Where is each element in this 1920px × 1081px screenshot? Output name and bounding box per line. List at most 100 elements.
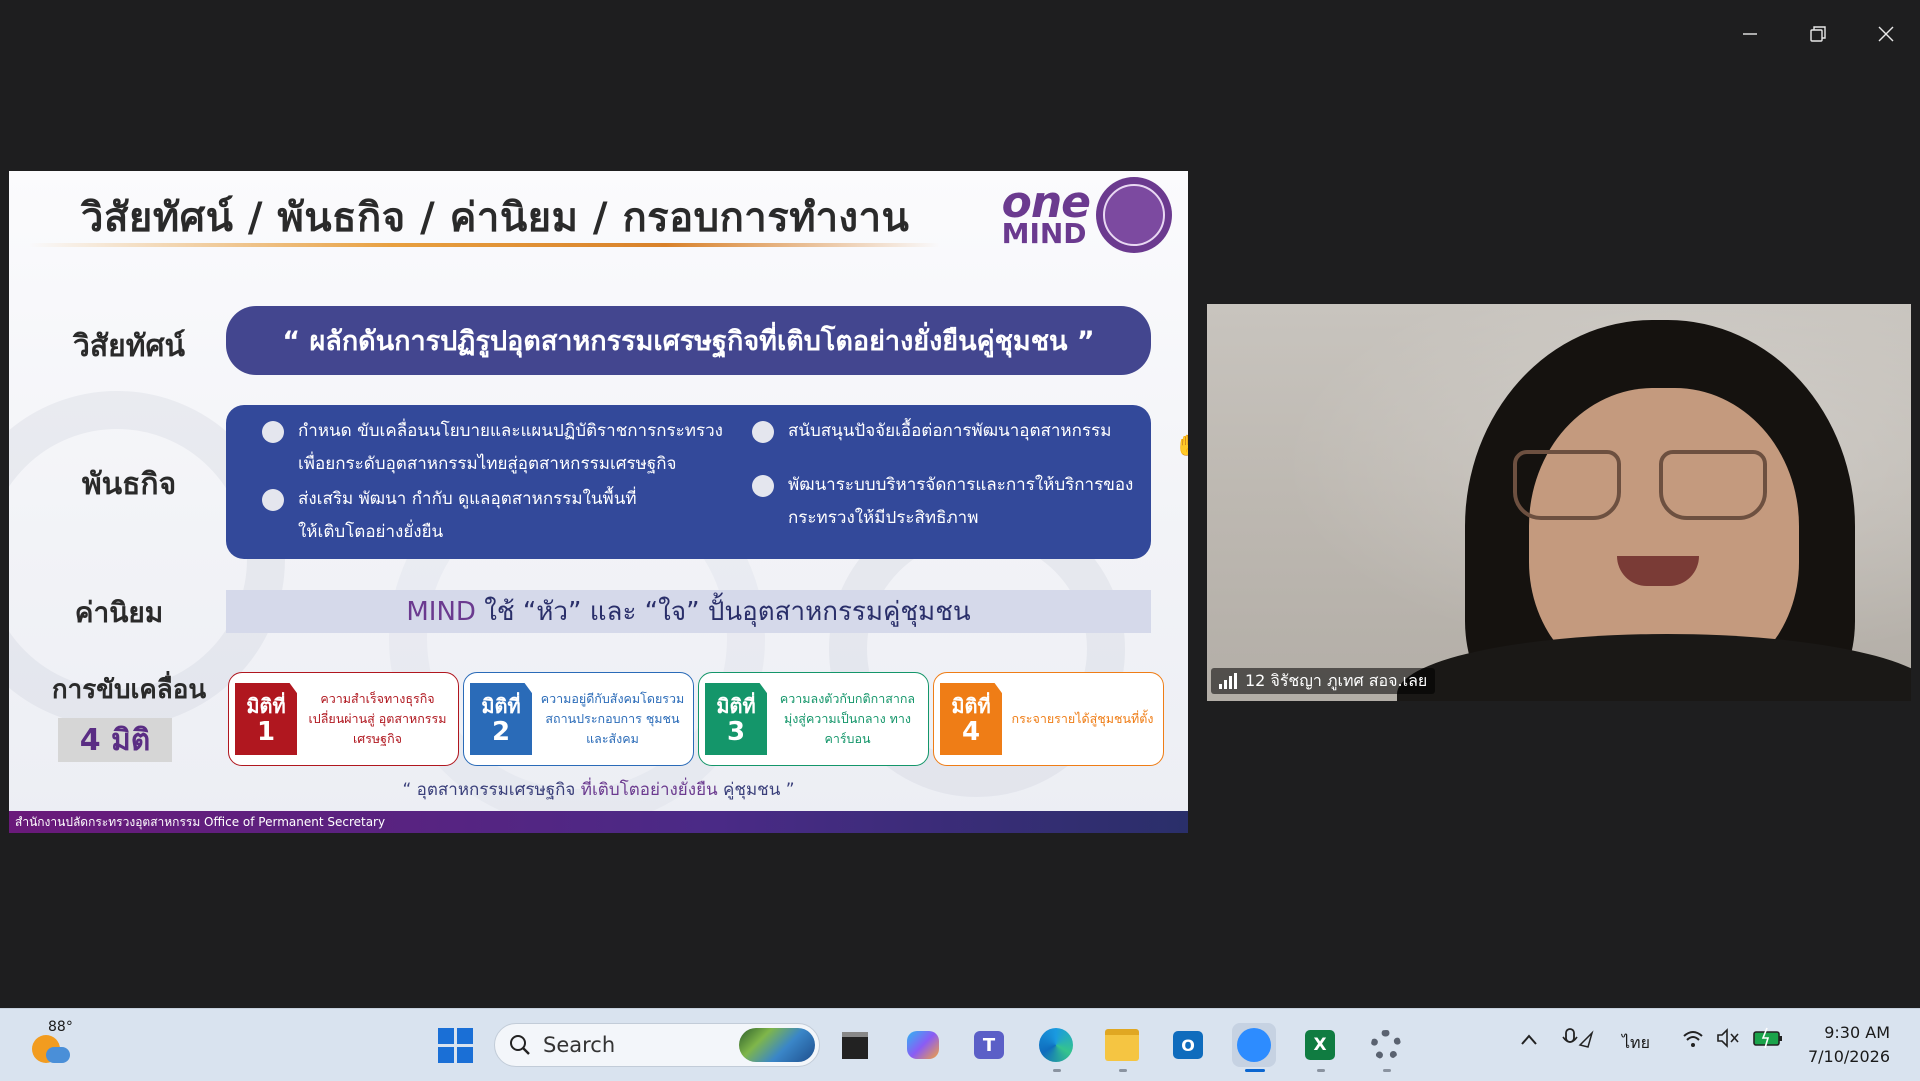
ministry-seal-icon xyxy=(1096,177,1172,253)
dimension-card-1: มิติที่ 1 ความสำเร็จทางธุรกิจ เปลี่ยนผ่าน… xyxy=(228,672,459,766)
drive-label: การขับเคลื่อน xyxy=(51,675,207,705)
explorer-running-indicator xyxy=(1119,1069,1127,1072)
file-explorer-app[interactable] xyxy=(1100,1023,1144,1067)
dimension-label: มิติที่ xyxy=(481,694,521,718)
bullet-icon xyxy=(262,421,284,443)
mission-line: กระทรวงให้มีประสิทธิภาพ xyxy=(788,508,979,528)
start-button[interactable] xyxy=(433,1023,477,1067)
excel-icon: X xyxy=(1305,1030,1335,1060)
mission-line: กำหนด ขับเคลื่อนนโยบายและแผนปฏิบัติราชกา… xyxy=(298,421,723,441)
file-viewer-app[interactable] xyxy=(833,1023,877,1067)
shared-slide: วิสัยทัศน์ / พันธกิจ / ค่านิยม / กรอบการ… xyxy=(9,171,1188,833)
dimension-text: ความลงตัวกับกติกาสากล มุ่งสู่ความเป็นกลา… xyxy=(779,691,916,746)
dimension-text: ความอยู่ดีกับสังคมโดยรวม สถานประกอบการ ช… xyxy=(540,691,685,746)
restore-icon xyxy=(1810,26,1826,42)
input-language[interactable]: ไทย xyxy=(1622,1031,1650,1056)
microphone-status[interactable] xyxy=(1562,1027,1594,1055)
vision-statement: “ ผลักดันการปฏิรูปอุตสาหกรรมเศรษฐกิจที่เ… xyxy=(226,306,1151,375)
search-highlight-art xyxy=(739,1028,815,1062)
dimension-number: 1 xyxy=(256,717,276,747)
values-label: ค่านิยม xyxy=(74,596,164,629)
mission-line: เพื่อยกระดับอุตสาหกรรมไทยสู่อุตสาหกรรมเศ… xyxy=(298,454,677,474)
glasses-icon xyxy=(1513,450,1621,520)
mission-item: ส่งเสริม พัฒนา กำกับ ดูแลอุตสาหกรรมในพื้… xyxy=(262,483,637,549)
zoom-app[interactable] xyxy=(1232,1023,1276,1067)
drive-count-badge: 4 มิติ xyxy=(58,718,172,762)
teams-icon: T xyxy=(974,1031,1004,1059)
show-hidden-icons[interactable] xyxy=(1520,1031,1538,1050)
weather-temp: 88° xyxy=(48,1019,73,1035)
vision-label: วิสัยทัศน์ xyxy=(72,329,186,364)
copilot-icon xyxy=(907,1031,939,1059)
outlook-app[interactable]: O xyxy=(1166,1023,1210,1067)
mission-line: ส่งเสริม พัฒนา กำกับ ดูแลอุตสาหกรรมในพื้… xyxy=(298,489,637,509)
microphone-location-icon xyxy=(1562,1028,1594,1048)
glasses-icon xyxy=(1659,450,1767,520)
bullet-icon xyxy=(262,489,284,511)
battery-status[interactable] xyxy=(1752,1027,1784,1053)
dimension-card-3: มิติที่ 3 ความลงตัวกับกติกาสากล มุ่งสู่คว… xyxy=(698,672,929,766)
excel-running-indicator xyxy=(1317,1069,1325,1072)
logo-mind: MIND xyxy=(1001,216,1087,250)
signal-bars-icon xyxy=(1219,673,1237,689)
dimension-number: 4 xyxy=(961,717,981,747)
folder-icon xyxy=(1105,1029,1139,1061)
mission-line: พัฒนาระบบบริหารจัดการและการให้บริการของ xyxy=(788,475,1134,495)
chevron-up-icon xyxy=(1521,1034,1537,1045)
dimension-card-2: มิติที่ 2 ความอยู่ดีกับสังคมโดยรวม สถานปร… xyxy=(463,672,694,766)
wifi-status[interactable] xyxy=(1682,1027,1704,1053)
slide-title: วิสัยทัศน์ / พันธกิจ / ค่านิยม / กรอบการ… xyxy=(81,195,910,241)
clock[interactable]: 9:30 AM 7/10/2026 xyxy=(1808,1021,1890,1069)
start-icon xyxy=(437,1027,473,1063)
close-button[interactable] xyxy=(1852,14,1920,54)
edge-app[interactable] xyxy=(1034,1023,1078,1067)
title-underline xyxy=(29,243,939,247)
minimize-icon xyxy=(1743,33,1757,35)
copilot-app[interactable] xyxy=(901,1023,945,1067)
mission-item: กำหนด ขับเคลื่อนนโยบายและแผนปฏิบัติราชกา… xyxy=(262,415,723,481)
settings-app[interactable] xyxy=(1364,1023,1408,1067)
participant-name: 12 จิรัชญา ภูเทศ สอจ.เลย xyxy=(1245,670,1428,690)
outlook-icon: O xyxy=(1173,1031,1203,1059)
file-viewer-icon xyxy=(842,1031,868,1059)
settings-running-indicator xyxy=(1383,1069,1391,1072)
search-label: Search xyxy=(543,1033,616,1057)
dimension-label: มิติที่ xyxy=(716,694,756,718)
restore-button[interactable] xyxy=(1784,14,1852,54)
settings-icon xyxy=(1371,1030,1401,1060)
values-mind: MIND xyxy=(406,596,476,627)
edge-icon xyxy=(1039,1028,1073,1062)
weather-widget[interactable]: 88° xyxy=(28,1019,74,1067)
wifi-icon xyxy=(1683,1031,1703,1047)
dimension-number: 3 xyxy=(726,717,746,747)
slogan-highlight: ที่เติบโตอย่างยั่งยืน xyxy=(580,780,718,800)
volume-muted-icon xyxy=(1717,1028,1739,1048)
dimension-badge: มิติที่ 4 xyxy=(940,683,1002,755)
bullet-icon xyxy=(752,421,774,443)
logo-text: one MIND xyxy=(1001,181,1091,250)
clock-date: 7/10/2026 xyxy=(1807,1047,1890,1066)
volume-status[interactable] xyxy=(1716,1027,1740,1053)
mission-line: ให้เติบโตอย่างยั่งยืน xyxy=(298,522,444,542)
values-statement: MIND ใช้ “หัว” และ “ใจ” ปั้นอุตสาหกรรมคู… xyxy=(226,590,1151,633)
mission-item: พัฒนาระบบบริหารจัดการและการให้บริการของก… xyxy=(752,469,1133,535)
dimension-label: มิติที่ xyxy=(951,694,991,718)
slogan-part: คู่ชุมชน ” xyxy=(717,780,795,800)
participant-video[interactable]: 12 จิรัชญา ภูเทศ สอจ.เลย xyxy=(1207,304,1911,701)
mission-box: กำหนด ขับเคลื่อนนโยบายและแผนปฏิบัติราชกา… xyxy=(226,405,1151,559)
zoom-active-indicator xyxy=(1245,1069,1265,1072)
zoom-icon xyxy=(1237,1028,1271,1062)
dimension-card-4: มิติที่ 4 กระจายรายได้สู่ชุมชนที่ตั้ง xyxy=(933,672,1164,766)
mission-label: พันธกิจ xyxy=(81,467,177,502)
dimension-badge: มิติที่ 1 xyxy=(235,683,297,755)
taskbar-search[interactable]: Search xyxy=(494,1023,820,1067)
slide-footer: สำนักงานปลัดกระทรวงอุตสาหกรรม Office of … xyxy=(9,811,1188,833)
search-icon xyxy=(510,1035,530,1055)
clock-time: 9:30 AM xyxy=(1824,1023,1890,1042)
dimension-badge: มิติที่ 2 xyxy=(470,683,532,755)
excel-app[interactable]: X xyxy=(1298,1023,1342,1067)
dimension-number: 2 xyxy=(491,717,511,747)
teams-app[interactable]: T xyxy=(967,1023,1011,1067)
dimension-label: มิติที่ xyxy=(246,694,286,718)
minimize-button[interactable] xyxy=(1716,14,1784,54)
